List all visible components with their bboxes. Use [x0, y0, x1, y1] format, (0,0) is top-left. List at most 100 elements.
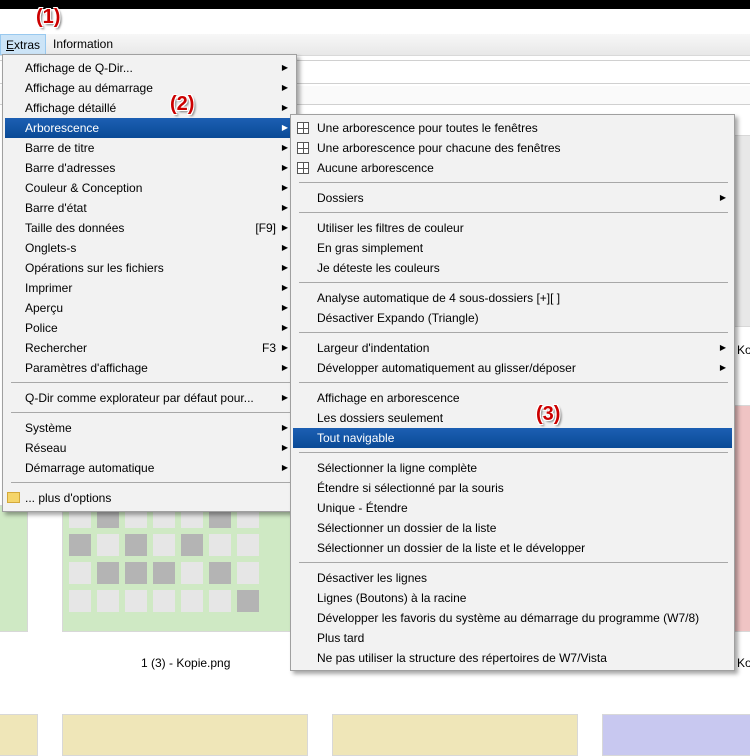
submenu-arrow-icon: ▶ [281, 423, 288, 432]
arborescence-menu-item-label: Sélectionner un dossier de la liste et l… [317, 541, 586, 555]
submenu-arrow-icon: ▶ [281, 303, 288, 312]
menu-bar: Extras Information [0, 34, 750, 56]
submenu-arrow-icon: ▶ [281, 283, 288, 292]
arborescence-menu-item-unique-etendre[interactable]: Unique - Étendre [293, 498, 732, 518]
arborescence-menu-item-label: Désactiver les lignes [317, 571, 428, 585]
arborescence-menu-item-desactiver-expando-triangle[interactable]: Désactiver Expando (Triangle) [293, 308, 732, 328]
arborescence-menu-item-lignes-boutons-a-la-racine[interactable]: Lignes (Boutons) à la racine [293, 588, 732, 608]
extras-menu-item-label: Affichage de Q-Dir... [25, 61, 133, 75]
arborescence-menu-item-selectionner-un-dossier-de-la-liste-et-le-developper[interactable]: Sélectionner un dossier de la liste et l… [293, 538, 732, 558]
extras-menu-item-onglets-s[interactable]: Onglets-s ▶ [5, 238, 294, 258]
extras-menu-item-barre-d-etat[interactable]: Barre d'état ▶ [5, 198, 294, 218]
arborescence-menu-item-largeur-d-indentation[interactable]: Largeur d'indentation ▶ [293, 338, 732, 358]
submenu-arrow-icon: ▶ [281, 203, 288, 212]
submenu-arrow-icon: ▶ [281, 323, 288, 332]
menu-extras[interactable]: Extras [0, 34, 47, 55]
arborescence-menu-item-label: Ne pas utiliser la structure des réperto… [317, 651, 607, 665]
menu-extras-mnemonic: E [6, 38, 15, 52]
arborescence-menu-item-les-dossiers-seulement[interactable]: Les dossiers seulement [293, 408, 732, 428]
extras-menu-item-shortcut: F3 [261, 341, 276, 355]
arborescence-menu-item-label: Désactiver Expando (Triangle) [317, 311, 479, 325]
arborescence-menu-item-developper-les-favoris-du-systeme-au-demarrage-du-programme-w7-8[interactable]: Développer les favoris du système au dém… [293, 608, 732, 628]
submenu-arrow-icon: ▶ [281, 393, 288, 402]
extras-menu-item-arborescence[interactable]: Arborescence ▶ [5, 118, 294, 138]
arborescence-menu-item-une-arborescence-pour-toutes-le-fenetres[interactable]: Une arborescence pour toutes le fenêtres [293, 118, 732, 138]
thumbnail-right-mid[interactable] [734, 405, 750, 632]
arborescence-menu-item-label: Unique - Étendre [317, 501, 408, 515]
extras-menu-item-affichage-au-demarrage[interactable]: Affichage au démarrage ▶ [5, 78, 294, 98]
arborescence-menu-separator [299, 212, 728, 213]
extras-menu-item-label: Barre d'état [25, 201, 87, 215]
extras-menu-item-demarrage-automatique[interactable]: Démarrage automatique ▶ [5, 458, 294, 478]
window-top-edge [0, 0, 750, 9]
submenu-arrow-icon: ▶ [281, 463, 288, 472]
arborescence-menu-item-selectionner-la-ligne-complete[interactable]: Sélectionner la ligne complète [293, 458, 732, 478]
extras-menu-item-couleur-conception[interactable]: Couleur & Conception ▶ [5, 178, 294, 198]
arborescence-menu-item-desactiver-les-lignes[interactable]: Désactiver les lignes [293, 568, 732, 588]
submenu-arrow-icon: ▶ [281, 443, 288, 452]
thumbnail-right-top[interactable] [734, 135, 750, 327]
submenu-arrow-icon: ▶ [281, 103, 288, 112]
arborescence-menu-item-plus-tard[interactable]: Plus tard [293, 628, 732, 648]
extras-menu-item-affichage-detaille[interactable]: Affichage détaillé ▶ [5, 98, 294, 118]
arborescence-menu-item-selectionner-un-dossier-de-la-liste[interactable]: Sélectionner un dossier de la liste [293, 518, 732, 538]
arborescence-menu-item-tout-navigable[interactable]: Tout navigable [293, 428, 732, 448]
thumbnail-main[interactable] [62, 505, 308, 632]
extras-menu-item-plus-d-options[interactable]: ... plus d'options [5, 488, 294, 508]
arborescence-menu-item-label: Affichage en arborescence [317, 391, 460, 405]
arborescence-menu-item-developper-automatiquement-au-glisser-deposer[interactable]: Développer automatiquement au glisser/dé… [293, 358, 732, 378]
arborescence-menu-item-label: Une arborescence pour toutes le fenêtres [317, 121, 538, 135]
arborescence-menu-item-une-arborescence-pour-chacune-des-fenetres[interactable]: Une arborescence pour chacune des fenêtr… [293, 138, 732, 158]
extras-menu-item-police[interactable]: Police ▶ [5, 318, 294, 338]
arborescence-menu-item-affichage-en-arborescence[interactable]: Affichage en arborescence [293, 388, 732, 408]
arborescence-menu-item-utiliser-les-filtres-de-couleur[interactable]: Utiliser les filtres de couleur [293, 218, 732, 238]
extras-menu-separator [11, 412, 290, 413]
extras-menu-item-systeme[interactable]: Système ▶ [5, 418, 294, 438]
tree-grid-icon [297, 122, 309, 134]
thumbnail-caption: 1 (3) - Kopie.png [141, 656, 231, 670]
arborescence-menu-separator [299, 282, 728, 283]
submenu-arrow-icon: ▶ [719, 363, 726, 372]
extras-menu-item-label: Couleur & Conception [25, 181, 143, 195]
submenu-arrow-icon: ▶ [281, 263, 288, 272]
extras-menu-item-barre-d-adresses[interactable]: Barre d'adresses ▶ [5, 158, 294, 178]
extras-menu-item-apercu[interactable]: Aperçu ▶ [5, 298, 294, 318]
extras-menu-item-label: Imprimer [25, 281, 73, 295]
submenu-arrow-icon: ▶ [281, 123, 288, 132]
arborescence-menu-separator [299, 452, 728, 453]
arborescence-menu-item-label: Développer automatiquement au glisser/dé… [317, 361, 576, 375]
thumbnail-left[interactable] [0, 505, 28, 632]
extras-menu-item-affichage-de-q-dir[interactable]: Affichage de Q-Dir... ▶ [5, 58, 294, 78]
arborescence-menu-item-label: Étendre si sélectionné par la souris [317, 481, 504, 495]
arborescence-menu-item-label: Utiliser les filtres de couleur [317, 221, 464, 235]
arborescence-menu-separator [299, 182, 728, 183]
arborescence-menu-item-label: Je déteste les couleurs [317, 261, 440, 275]
arborescence-menu-item-je-deteste-les-couleurs[interactable]: Je déteste les couleurs [293, 258, 732, 278]
extras-menu-item-rechercher[interactable]: Rechercher F3 ▶ [5, 338, 294, 358]
arborescence-menu-item-dossiers[interactable]: Dossiers ▶ [293, 188, 732, 208]
thumbnail-grid [69, 506, 259, 612]
extras-menu-item-operations-sur-les-fichiers[interactable]: Opérations sur les fichiers ▶ [5, 258, 294, 278]
extras-menu-item-label: Taille des données [25, 221, 125, 235]
arborescence-menu-item-aucune-arborescence[interactable]: Aucune arborescence [293, 158, 732, 178]
extras-menu-item-label: Barre d'adresses [25, 161, 116, 175]
menu-information[interactable]: Information [48, 34, 118, 55]
extras-menu-item-parametres-d-affichage[interactable]: Paramètres d'affichage ▶ [5, 358, 294, 378]
arborescence-menu-item-label: Les dossiers seulement [317, 411, 444, 425]
arborescence-menu-item-en-gras-simplement[interactable]: En gras simplement [293, 238, 732, 258]
extras-menu-item-imprimer[interactable]: Imprimer ▶ [5, 278, 294, 298]
extras-menu-item-reseau[interactable]: Réseau ▶ [5, 438, 294, 458]
arborescence-menu-item-label: Tout navigable [317, 431, 395, 445]
arborescence-menu-item-label: Sélectionner un dossier de la liste [317, 521, 497, 535]
submenu-arrow-icon: ▶ [281, 83, 288, 92]
tree-grid-icon [297, 162, 309, 174]
extras-menu-item-taille-des-donnees[interactable]: Taille des données [F9] ▶ [5, 218, 294, 238]
arborescence-menu-item-etendre-si-selectionne-par-la-souris[interactable]: Étendre si sélectionné par la souris [293, 478, 732, 498]
extras-menu-item-q-dir-comme-explorateur-par-defaut-pour[interactable]: Q-Dir comme explorateur par défaut pour.… [5, 388, 294, 408]
arborescence-menu-item-ne-pas-utiliser-la-structure-des-repertoires-de-w7-vista[interactable]: Ne pas utiliser la structure des réperto… [293, 648, 732, 668]
extras-menu-item-barre-de-titre[interactable]: Barre de titre ▶ [5, 138, 294, 158]
extras-menu-separator [11, 482, 290, 483]
submenu-arrow-icon: ▶ [281, 63, 288, 72]
annotation-3: (3) [536, 403, 561, 425]
arborescence-menu-item-analyse-automatique-de-4-sous-dossiers[interactable]: Analyse automatique de 4 sous-dossiers [… [293, 288, 732, 308]
